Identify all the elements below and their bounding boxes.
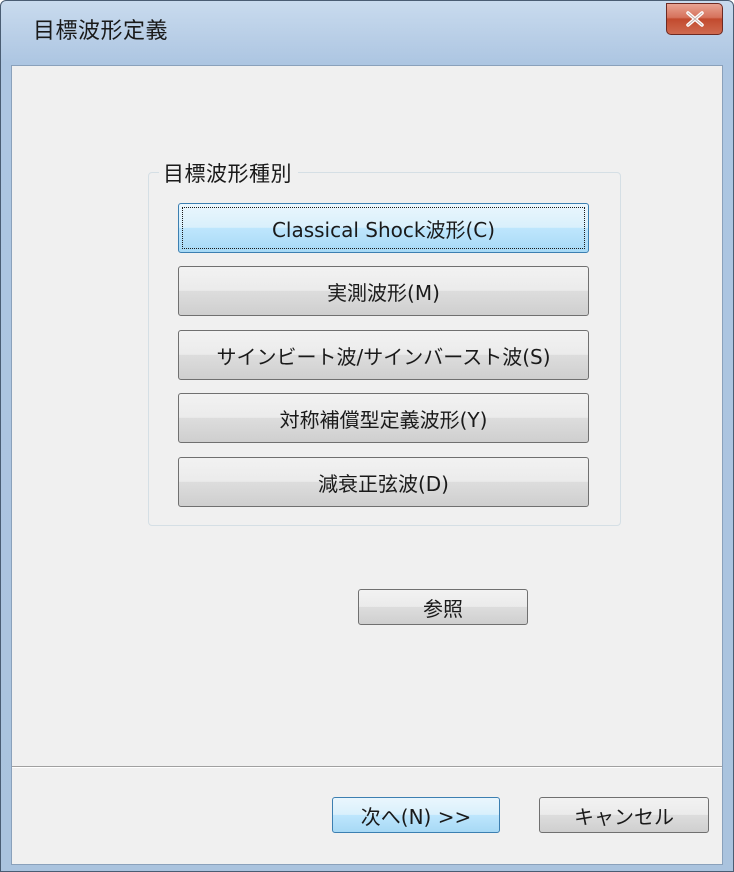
cancel-button[interactable]: キャンセル: [539, 797, 709, 833]
cancel-label: キャンセル: [574, 804, 674, 829]
damped-sine-label: 減衰正弦波(D): [317, 471, 449, 496]
title-bar[interactable]: 目標波形定義: [1, 1, 733, 65]
reference-label: 参照: [423, 596, 463, 621]
measured-waveform-label: 実測波形(M): [327, 280, 440, 305]
next-label: 次へ(N) >>: [360, 804, 472, 829]
close-icon: [684, 10, 706, 28]
group-title: 目標波形種別: [159, 158, 298, 188]
close-button[interactable]: [666, 3, 723, 35]
dialog-client-area: 目標波形種別 Classical Shock波形(C) 実測波形(M) サインビ…: [11, 65, 723, 865]
sine-beat-burst-button[interactable]: サインビート波/サインバースト波(S): [178, 330, 589, 380]
target-waveform-type-group: 目標波形種別 Classical Shock波形(C) 実測波形(M) サインビ…: [148, 158, 621, 526]
sine-beat-burst-label: サインビート波/サインバースト波(S): [216, 344, 551, 369]
classical-shock-label: Classical Shock波形(C): [271, 217, 496, 242]
symmetric-compensated-button[interactable]: 対称補償型定義波形(Y): [178, 393, 589, 443]
next-button[interactable]: 次へ(N) >>: [332, 797, 500, 833]
window-title: 目標波形定義: [33, 19, 169, 44]
damped-sine-button[interactable]: 減衰正弦波(D): [178, 457, 589, 507]
footer-separator: [12, 766, 722, 768]
reference-button[interactable]: 参照: [358, 589, 528, 625]
classical-shock-button[interactable]: Classical Shock波形(C): [178, 203, 589, 253]
symmetric-compensated-label: 対称補償型定義波形(Y): [279, 407, 488, 432]
measured-waveform-button[interactable]: 実測波形(M): [178, 266, 589, 316]
dialog-window: 目標波形定義 目標波形種別 Classical Shock波形(C) 実測波形(…: [0, 0, 734, 872]
